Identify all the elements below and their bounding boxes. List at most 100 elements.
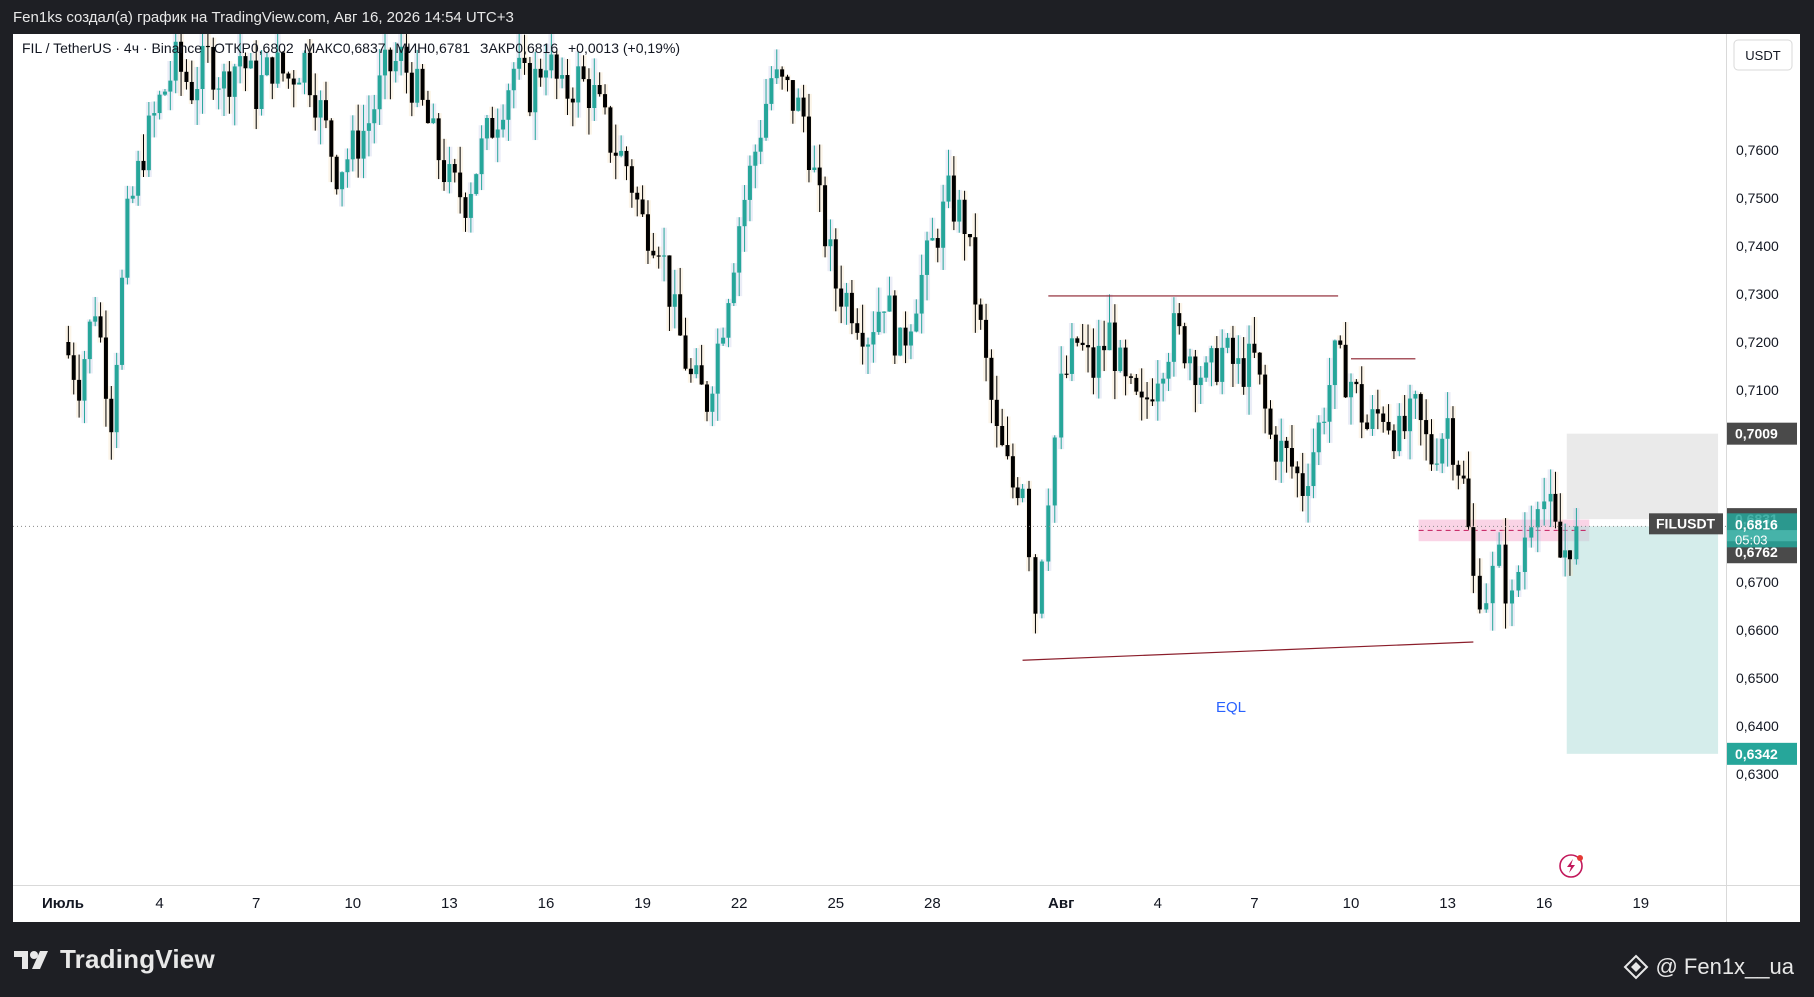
candle-body: [544, 70, 548, 78]
candle-body: [1558, 521, 1563, 558]
candle-body: [1000, 425, 1005, 446]
candle-body: [162, 91, 167, 95]
candle-body: [302, 52, 307, 83]
candle-body: [1359, 384, 1364, 423]
candle-body: [699, 365, 704, 385]
candle-body: [1338, 340, 1343, 345]
candle-body: [866, 344, 870, 347]
symbol-tag: FILUSDT: [1656, 515, 1716, 531]
time-axis-labels: Июль 4 7 10 13 16 19 22 25 28 Авг 4 7 10 13 16 19: [42, 895, 1649, 912]
candle-body: [833, 239, 838, 289]
author-handle[interactable]: @ Fen1x__ua: [1623, 954, 1794, 980]
candle-body: [136, 160, 141, 196]
candle-body: [898, 327, 903, 356]
tradingview-logo[interactable]: TradingView: [14, 944, 215, 975]
candle-body: [1033, 557, 1038, 614]
candle-body: [205, 45, 210, 48]
candle-body: [1548, 493, 1553, 502]
candle-body: [1397, 415, 1402, 452]
tradingview-brand: TradingView: [60, 944, 215, 974]
candle-body: [925, 240, 930, 275]
candle-body: [1306, 486, 1311, 496]
candle-body: [1461, 475, 1466, 479]
candle-body: [168, 80, 173, 92]
candle-body: [1349, 381, 1353, 398]
candle-body: [248, 60, 253, 69]
candle-body: [914, 313, 919, 332]
candle-body: [356, 130, 361, 159]
time-label: 16: [538, 895, 555, 912]
candle-body: [463, 197, 468, 218]
legend-open-label: ОТКР: [214, 40, 251, 56]
candle-body: [490, 117, 495, 138]
candle-body: [1188, 356, 1192, 364]
candle-body: [1193, 356, 1198, 386]
candle-body: [1542, 501, 1547, 510]
price-chart[interactable]: EQL FIL / TetherUS · 4ч · Binance ОТКР0,…: [13, 19, 1800, 922]
candle-body: [238, 56, 243, 67]
countdown-label: 05:03: [1735, 532, 1768, 547]
price-tick: 0,7500: [1736, 190, 1779, 206]
time-label: 28: [924, 895, 941, 912]
candle-body: [1214, 348, 1219, 382]
candle-body: [919, 274, 924, 314]
candle-body: [1080, 342, 1085, 346]
candle-body: [1020, 488, 1025, 499]
candle-body: [645, 214, 650, 251]
time-label: 10: [1343, 895, 1360, 912]
candle-body: [608, 107, 613, 153]
candle-body: [1161, 378, 1166, 384]
candle-body: [130, 195, 135, 199]
candle-body: [683, 335, 688, 369]
candle-body: [1503, 544, 1508, 604]
candle-body: [157, 94, 162, 114]
candle-body: [431, 118, 436, 124]
candle-body: [1118, 347, 1123, 371]
candle-body: [629, 166, 634, 193]
candle-body: [892, 295, 897, 356]
candle-body: [452, 164, 457, 173]
footer-bar: TradingView @ Fen1x__ua: [0, 922, 1814, 997]
chart-area[interactable]: EQL FIL / TetherUS · 4ч · Binance ОТКР0,…: [13, 19, 1800, 922]
time-label: 19: [1632, 895, 1649, 912]
candle-body: [1091, 347, 1096, 378]
candle-body: [624, 150, 629, 167]
candle-body: [1236, 358, 1241, 364]
candle-body: [1574, 526, 1579, 560]
price-axis-ticks: 0,7600 0,7500 0,7400 0,7300 0,7200 0,7100 0,67…: [1736, 142, 1779, 782]
eql-label: EQL: [1216, 699, 1246, 716]
candle-body: [946, 175, 951, 202]
zone-target: [1566, 526, 1719, 754]
candle-body: [656, 255, 661, 257]
candle-body: [1466, 478, 1471, 528]
candle-body: [726, 303, 731, 338]
candle-body: [425, 99, 430, 124]
candle-body: [1123, 347, 1128, 377]
time-label: 7: [252, 895, 260, 912]
candle-body: [1386, 421, 1391, 431]
candle-body: [334, 156, 339, 190]
candle-body: [667, 255, 672, 307]
candle-body: [828, 239, 833, 247]
candle-body: [1166, 361, 1171, 379]
candle-body: [275, 52, 280, 84]
candle-body: [1052, 437, 1057, 506]
candle-body: [66, 342, 71, 356]
candle-body: [307, 52, 312, 96]
candle-body: [1477, 575, 1482, 610]
candle-body: [1510, 590, 1514, 604]
candle-body: [860, 332, 865, 347]
candle-body: [715, 343, 720, 394]
price-tick: 0,6400: [1736, 718, 1779, 734]
candle-body: [978, 304, 983, 320]
candle-body: [769, 78, 774, 104]
candle-body: [243, 56, 248, 69]
candle-body: [1327, 385, 1332, 422]
candle-body: [1225, 337, 1230, 348]
candle-body: [576, 66, 581, 103]
candle-body: [747, 165, 752, 200]
legend-high: 0,6837: [343, 40, 386, 56]
candle-body: [442, 160, 447, 183]
candle-body: [1289, 448, 1294, 467]
candle-body: [1413, 394, 1418, 399]
